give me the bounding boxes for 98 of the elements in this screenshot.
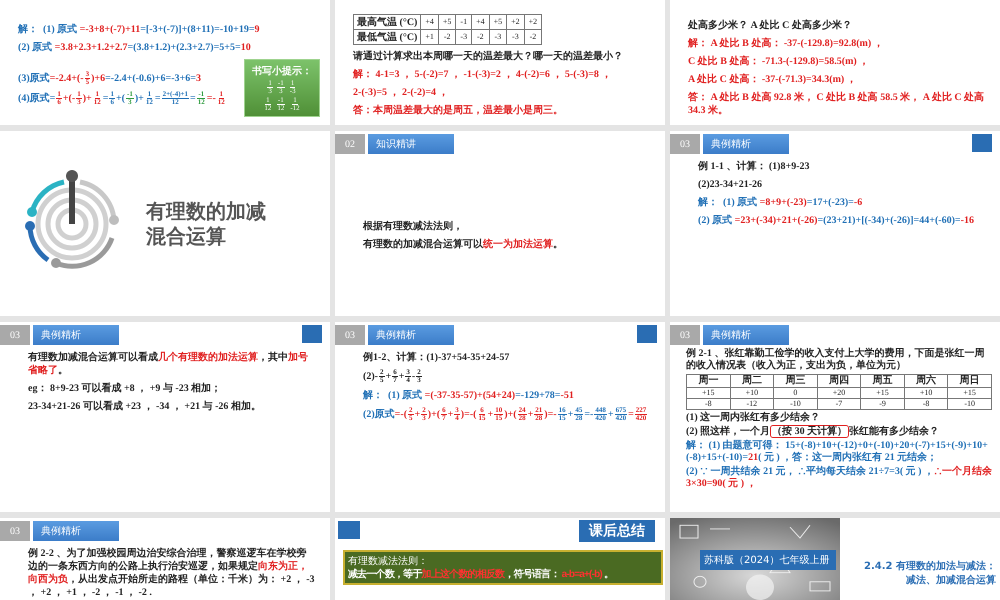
cover-subtitle: 减法、加减混合运算 (906, 574, 996, 587)
text-line: 解： (1) 原式 =8+9+(-23)=17+(-23)=-6 (698, 196, 864, 209)
table-cell: +15 (686, 388, 730, 398)
slide-thumbnail[interactable] (670, 322, 1000, 512)
table-cell: -10 (774, 398, 818, 410)
table-cell: +5 (489, 14, 507, 30)
text-line: (2)23-34+21-26 (698, 178, 764, 191)
section-number: 03 (670, 134, 700, 154)
text-line: (2) 照这样，一个月 （按 30 天计算） 张红能有多少结余？ (686, 426, 940, 438)
section-number: 03 (0, 521, 30, 541)
table-cell: -7 (817, 398, 861, 410)
text-line: (1) 这一周内张红有多少结余？ (686, 412, 822, 424)
text-line: 2-(-3)=5 ， 2-(-2)=4 ， (353, 86, 450, 99)
table-cell: +10 (730, 388, 774, 398)
text-line: (2) 原式 =3.8+2.3+1.2+2.7=(3.8+1.2)+(2.3+2.7)=5+5=10 (18, 41, 252, 54)
text-line: 答： A 处比 B 处高 92.8 米， C 处比 B 处高 58.5 米， A 处比 C 处高 34.3 米。 (688, 91, 986, 117)
slide-title: 有理数的加减混合运算 (146, 198, 267, 248)
table-cell: +5 (438, 14, 456, 30)
column-header: 周六 (904, 374, 948, 388)
table-cell: -8 (904, 398, 948, 410)
table-cell: -10 (948, 398, 992, 410)
section-number: 03 (335, 325, 365, 345)
text-line: 例1-2、计算：(1)-37+54-35+24-57 (363, 351, 510, 364)
section-title: 知识精讲 (368, 134, 454, 154)
tip-title: 书写小提示： (252, 64, 312, 78)
section-title: 典例精析 (703, 134, 789, 154)
table-cell: +4 (420, 14, 438, 30)
rule-title: 有理数减法法则： (348, 554, 429, 568)
table-cell: -2 (472, 30, 490, 44)
text-line: 答：本周温差最大的是周五，温差最小是周三。 (353, 104, 564, 117)
table-cell: -1 (456, 14, 472, 30)
table-cell: -2 (438, 30, 456, 44)
text-line: 解： (1) 原式 =(-37-35-57)+(54+24)=-129+78=-51 (363, 389, 575, 402)
table-cell: +1 (420, 30, 438, 44)
cover-title: 2.4.2 有理数的加法与减法： (864, 560, 996, 573)
column-header: 周一 (686, 374, 730, 388)
column-header: 周四 (817, 374, 861, 388)
section-title: 典例精析 (33, 521, 119, 541)
table-cell: 0 (774, 388, 818, 398)
table-cell: +4 (472, 14, 490, 30)
text-line: 有理数加减混合运算可以看成几个有理数的加法运算，其中加号省略了。 (28, 351, 309, 377)
table-cell: -12 (730, 398, 774, 410)
text-line: 解： A 处比 B 处高： -37-(-129.8)=92.8(m) ， (688, 37, 885, 50)
corner-square (338, 521, 360, 539)
table-cell: -3 (506, 30, 524, 44)
table-cell: -9 (860, 398, 904, 410)
text-line: eg： 8+9-23 可以看成 +8 ， +9 与 -23 相加； (28, 382, 222, 395)
text-line: 例 1-1 、计算： (1)8+9-23 (698, 160, 811, 173)
text-line: 例 2-2 、为了加强校园周边治安综合治理，警察巡逻车在学校旁边的一条东西方向的公路上执行治安巡逻，如果规定向东为正，向西为负，从出发点开始所走的路程（单位：千米）为： +2 ， -3 ， +2 ， +1 ， -2 ， -1 ， -2 . (28, 547, 316, 599)
table-cell: +2 (524, 14, 542, 30)
table-cell: +10 (904, 388, 948, 398)
edition-label: 苏科版（2024）七年级上册 (700, 550, 836, 570)
text-line: 解： (1) 原式 =-3+8+(-7)+11=[-3+(-7)]+(8+11)=-10+19=9 (18, 23, 261, 36)
table-cell: +20 (817, 388, 861, 398)
text-line: 请通过计算求出本周哪一天的温差最大？哪一天的温差最小？ (353, 50, 624, 63)
column-header: 周日 (948, 374, 992, 388)
slide-thumbnail[interactable]: 苏科版（2024）七年级上册 2.4.2 有理数的加法与减法： 减法、加减混合运算 (670, 518, 1000, 600)
summary-banner: 课后总结 (579, 520, 655, 542)
slide-thumbnail[interactable]: 03 典例精析 有理数加减混合运算可以看成几个有理数的加法运算，其中加号省略了。 eg： 8+9-23 可以看成 +8 ， +9 与 -23 相加； 23-34+21-26 可以看成 +23 ， -34 ， +21 与 -26 相加。 (0, 322, 330, 512)
text-line: 根据有理数减法法则， (363, 220, 464, 232)
section-number: 03 (670, 325, 700, 345)
slide-thumbnail[interactable] (335, 322, 665, 512)
slide-thumbnail[interactable] (0, 0, 330, 125)
row-label: 最低气温 (°C) (354, 30, 421, 44)
table-cell: -8 (686, 398, 730, 410)
text-line: 23-34+21-26 可以看成 +23 ， -34 ， +21 与 -26 相加。 (28, 400, 262, 413)
text-line: 解： (1) 由题意可得： 15+(-8)+10+(-12)+0+(-10)+20+(-7)+15+(-9)+10+(-8)+15+(-10)=21( 元 ) ，答：这一周内张红有 21 元结余； (686, 440, 989, 464)
slide-thumbnail[interactable]: 最高气温 (°C) +4 +5 -1 +4 +5 +2 +2 最低气温 (°C) +1 -2 -3 -2 -3 -3 -2 请通过计算求出本周哪一天的温差最大？哪一天的温差最小？ 解： 4-1=3 ， 5-(-2)=7 ， -1-(-3)=2 ， 4-(-2)=6 ， 5-(-3)=8 ， 2-(-3)=5 ， 2-(-2)=4 ， 答：本周温差最大的是周五，温差最小是周三。 (335, 0, 665, 125)
column-header: 周三 (774, 374, 818, 388)
text-line: C 处比 B 处高： -71.3-(-129.8)=58.5(m) ， (688, 55, 870, 68)
text-line: 例 2-1 、张红靠勤工俭学的收入支付上大学的费用，下面是张红一周的收入情况表（收入为正，支出为负，单位为元） (686, 348, 986, 372)
table-cell: -3 (456, 30, 472, 44)
text-line: 减去一个数，等于加上这个数的相反数，符号语言： a-b=a+(-b) 。 (348, 569, 614, 581)
text-line: 解： 4-1=3 ， 5-(-2)=7 ， -1-(-3)=2 ， 4-(-2)=6 ， 5-(-3)=8 ， (353, 68, 612, 81)
column-header: 周五 (860, 374, 904, 388)
slide-thumbnail[interactable]: 03 典例精析 例 2-2 、为了加强校园周边治安综合治理，警察巡逻车在学校旁边的一条东西方向的公路上执行治安巡逻，如果规定向东为正，向西为负，从出发点开始所走的路程（单位：千米）为： +2 ， -3 ， +2 ， +1 ， -2 ， -1 ， -2 . (0, 518, 330, 600)
row-label: 最高气温 (°C) (354, 14, 421, 30)
column-header: 周二 (730, 374, 774, 388)
text-line: A 处比 C 处高： -37-(-71.3)=34.3(m) ， (688, 73, 858, 86)
section-title: 典例精析 (703, 325, 789, 345)
section-title: 典例精析 (368, 325, 454, 345)
text-line: (2) ∵ 一周共结余 21 元， ∴平均每天结余 21÷7=3( 元 ) ，∴一个月结余 3×30=90( 元 ) ， (686, 466, 992, 490)
table-cell: +2 (506, 14, 524, 30)
slide-thumbnail[interactable]: 02 知识精讲 根据有理数减法法则， 有理数的加减混合运算可以统一为加法运算。 (335, 131, 665, 316)
table-cell: +15 (860, 388, 904, 398)
section-title: 典例精析 (33, 325, 119, 345)
table-cell: -3 (489, 30, 507, 44)
table-cell: +15 (948, 388, 992, 398)
slide-thumbnail[interactable]: 课后总结 有理数减法法则： 减去一个数，等于加上这个数的相反数，符号语言： a-b=a+(-b) 。 (335, 518, 665, 600)
slide-thumbnail[interactable]: 处高多少米？ A 处比 C 处高多少米？ 解： A 处比 B 处高： -37-(-129.8)=92.8(m) ， C 处比 B 处高： -71.3-(-129.8)=58.5(m) ， A 处比 C 处高： -37-(-71.3)=34.3(m) ， 答： A 处比 B 处高 92.8 米， C 处比 B 处高 58.5 米， A 处比 C 处高 34.3 米。 (670, 0, 1000, 125)
section-number: 03 (0, 325, 30, 345)
text-line: 处高多少米？ A 处比 C 处高多少米？ (688, 19, 853, 32)
table-cell: -2 (524, 30, 542, 44)
slide-thumbnail[interactable]: 有理数的加减混合运算 (0, 131, 330, 316)
slide-thumbnail[interactable]: 03 典例精析 例 1-1 、计算： (1)8+9-23 (2)23-34+21-26 解： (1) 原式 =8+9+(-23)=17+(-23)=-6 (2) 原式 =23+(-34)+21+(-26)=(23+21)+[(-34)+(-26)]=44+(-60)=-16 (670, 131, 1000, 316)
section-number: 02 (335, 134, 365, 154)
text-line: 有理数的加减混合运算可以统一为加法运算。 (363, 238, 564, 250)
text-line: (2) 原式 =23+(-34)+21+(-26)=(23+21)+[(-34)+(-26)]=44+(-60)=-16 (698, 214, 975, 227)
